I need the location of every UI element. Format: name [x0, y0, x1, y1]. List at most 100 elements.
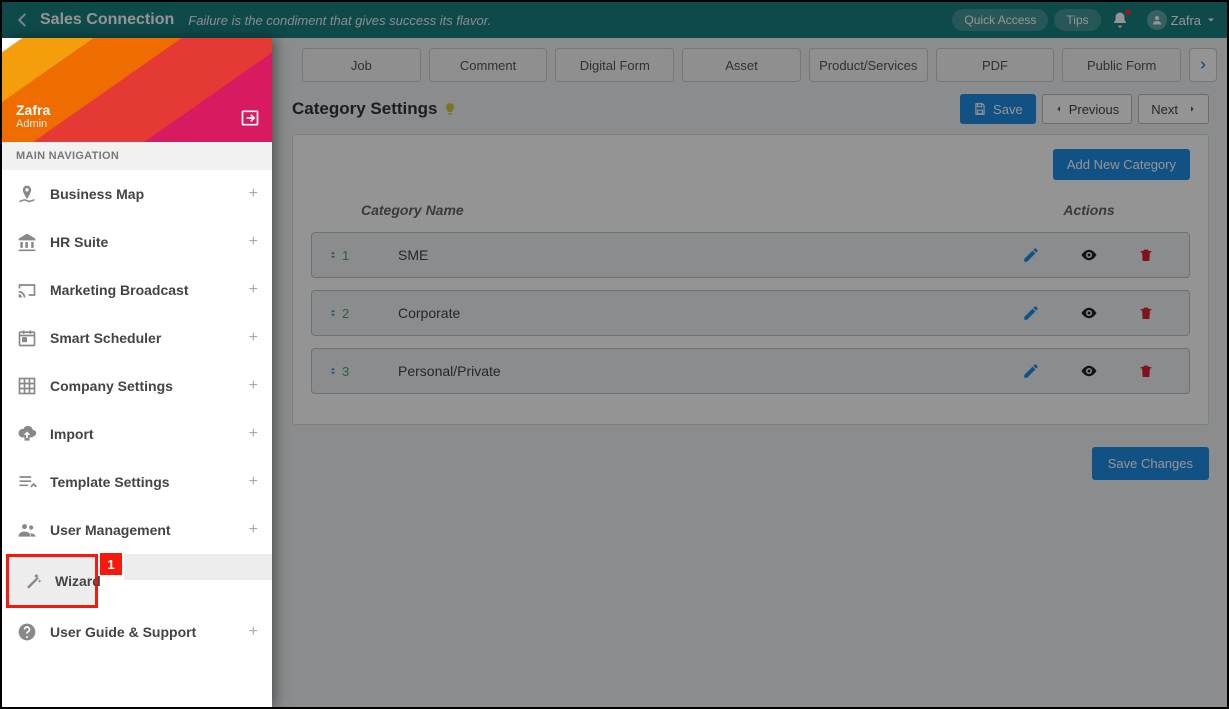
tab-pdf[interactable]: PDF	[936, 48, 1055, 82]
map-pin-icon	[16, 183, 38, 205]
save-changes-button[interactable]: Save Changes	[1092, 447, 1209, 480]
trash-icon[interactable]	[1138, 246, 1154, 264]
wand-icon	[23, 570, 43, 592]
back-arrow-icon[interactable]	[14, 11, 32, 29]
tab-digital-form[interactable]: Digital Form	[555, 48, 674, 82]
sidebar-item-marketing-broadcast[interactable]: Marketing Broadcast +	[2, 266, 272, 314]
chevron-left-icon	[1055, 103, 1063, 115]
sidebar-item-label: Marketing Broadcast	[50, 282, 249, 298]
list-icon	[16, 471, 38, 493]
sort-handle-icon[interactable]	[328, 248, 338, 262]
sort-handle-icon[interactable]	[328, 306, 338, 320]
sidebar-item-label: Import	[50, 426, 249, 442]
tabs-scroll-right-icon[interactable]	[1189, 48, 1217, 82]
previous-button[interactable]: Previous	[1042, 94, 1133, 124]
expand-icon: +	[249, 185, 258, 203]
tips-button[interactable]: Tips	[1054, 9, 1100, 31]
quick-access-button[interactable]: Quick Access	[952, 9, 1048, 31]
tab-asset[interactable]: Asset	[682, 48, 801, 82]
brand-title: Sales Connection	[40, 11, 174, 29]
notification-bell-icon[interactable]	[1111, 11, 1129, 29]
user-menu[interactable]: Zafra	[1139, 10, 1217, 30]
expand-icon: +	[249, 329, 258, 347]
grid-icon	[16, 375, 38, 397]
sidebar-user-name: Zafra	[16, 102, 50, 118]
previous-label: Previous	[1069, 102, 1120, 117]
edit-icon[interactable]	[1022, 304, 1040, 322]
tab-comment[interactable]: Comment	[429, 48, 548, 82]
table-row: 3 Personal/Private	[311, 348, 1190, 394]
sidebar-item-hr-suite[interactable]: HR Suite +	[2, 218, 272, 266]
table-row: 2 Corporate	[311, 290, 1190, 336]
lightbulb-icon[interactable]	[443, 102, 457, 116]
sidebar-item-template-settings[interactable]: Template Settings +	[2, 458, 272, 506]
save-icon	[973, 102, 987, 116]
edit-icon[interactable]	[1022, 246, 1040, 264]
next-label: Next	[1151, 102, 1178, 117]
sidebar-item-label: User Guide & Support	[50, 624, 249, 640]
table-header: Category Name Actions	[311, 194, 1190, 232]
sidebar-item-smart-scheduler[interactable]: Smart Scheduler +	[2, 314, 272, 362]
sidebar-item-user-guide[interactable]: User Guide & Support +	[2, 608, 272, 656]
eye-icon[interactable]	[1079, 246, 1099, 264]
calendar-icon	[16, 327, 38, 349]
cast-icon	[16, 279, 38, 301]
expand-icon: +	[249, 281, 258, 299]
sidebar-item-label: User Management	[50, 522, 249, 538]
help-icon	[16, 621, 38, 643]
cloud-upload-icon	[16, 423, 38, 445]
expand-icon: +	[249, 623, 258, 641]
sidebar: Zafra Admin MAIN NAVIGATION Business Map…	[2, 38, 272, 707]
sidebar-item-wizard-bg	[124, 554, 272, 580]
nav-section-title: MAIN NAVIGATION	[2, 142, 272, 170]
sidebar-item-label: Template Settings	[50, 474, 249, 490]
trash-icon[interactable]	[1138, 362, 1154, 380]
sidebar-user-role: Admin	[16, 118, 50, 130]
edit-icon[interactable]	[1022, 362, 1040, 380]
row-name: SME	[378, 247, 1003, 263]
save-label: Save	[993, 102, 1023, 117]
tab-public-form[interactable]: Public Form	[1062, 48, 1181, 82]
tab-product-services[interactable]: Product/Services	[809, 48, 928, 82]
expand-icon: +	[249, 425, 258, 443]
col-category-name: Category Name	[361, 202, 1004, 218]
sidebar-item-label: Wizard	[55, 573, 101, 589]
expand-icon: +	[249, 233, 258, 251]
callout-badge: 1	[100, 553, 122, 575]
trash-icon[interactable]	[1138, 304, 1154, 322]
sidebar-item-import[interactable]: Import +	[2, 410, 272, 458]
sidebar-item-label: Smart Scheduler	[50, 330, 249, 346]
sidebar-item-company-settings[interactable]: Company Settings +	[2, 362, 272, 410]
sidebar-item-label: HR Suite	[50, 234, 249, 250]
sidebar-item-wizard[interactable]: Wizard	[6, 554, 98, 608]
expand-icon: +	[249, 521, 258, 539]
bank-icon	[16, 231, 38, 253]
row-order[interactable]: 2	[328, 306, 378, 321]
chevron-down-icon	[1205, 14, 1217, 26]
page-title: Category Settings	[292, 99, 437, 119]
collapse-sidebar-icon[interactable]	[240, 108, 260, 128]
tab-job[interactable]: Job	[302, 48, 421, 82]
sidebar-item-label: Business Map	[50, 186, 249, 202]
row-name: Corporate	[378, 305, 1003, 321]
row-order[interactable]: 3	[328, 364, 378, 379]
users-icon	[16, 519, 38, 541]
top-header: Sales Connection Failure is the condimen…	[2, 2, 1227, 38]
next-button[interactable]: Next	[1138, 94, 1209, 124]
header-tagline: Failure is the condiment that gives succ…	[188, 13, 946, 28]
col-actions: Actions	[1004, 202, 1174, 218]
sidebar-item-business-map[interactable]: Business Map +	[2, 170, 272, 218]
expand-icon: +	[249, 473, 258, 491]
eye-icon[interactable]	[1079, 304, 1099, 322]
sidebar-hero: Zafra Admin	[2, 38, 272, 142]
category-card: Add New Category Category Name Actions 1…	[292, 134, 1209, 425]
sort-handle-icon[interactable]	[328, 364, 338, 378]
row-name: Personal/Private	[378, 363, 1003, 379]
sidebar-item-user-management[interactable]: User Management +	[2, 506, 272, 554]
row-order[interactable]: 1	[328, 248, 378, 263]
chevron-right-icon	[1188, 103, 1196, 115]
user-name: Zafra	[1171, 13, 1201, 28]
add-new-category-button[interactable]: Add New Category	[1053, 149, 1190, 180]
eye-icon[interactable]	[1079, 362, 1099, 380]
save-button[interactable]: Save	[960, 94, 1036, 124]
